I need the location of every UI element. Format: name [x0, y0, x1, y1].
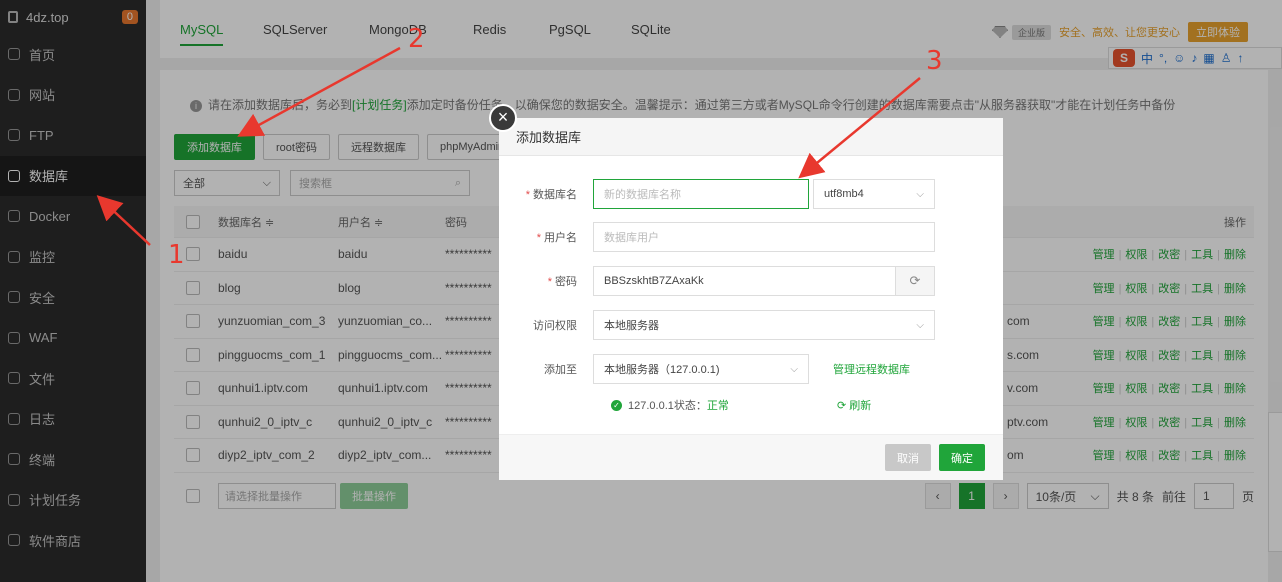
access-label: 访问权限: [533, 320, 577, 332]
annotation-1: 1: [168, 240, 185, 270]
annotation-3: 3: [926, 46, 943, 76]
chevron-down-icon: ⌵: [790, 363, 798, 375]
field-password: * 密码 BBSzskhtB7ZAxaKk ⟳: [499, 266, 935, 296]
chevron-down-icon: ⌵: [916, 188, 924, 200]
manage-remote-db-link[interactable]: 管理远程数据库: [833, 361, 910, 377]
add-to-select[interactable]: 本地服务器（127.0.0.1) ⌵: [593, 354, 809, 384]
access-value: 本地服务器: [604, 320, 659, 332]
dialog-title: 添加数据库: [499, 118, 1003, 156]
field-username: * 用户名 数据库用户: [499, 222, 935, 252]
password-input[interactable]: BBSzskhtB7ZAxaKk: [593, 266, 896, 296]
refresh-label: 刷新: [849, 400, 872, 412]
charset-select[interactable]: utf8mb4 ⌵: [813, 179, 935, 209]
close-icon[interactable]: ×: [489, 104, 517, 132]
refresh-link[interactable]: ⟳ 刷新: [837, 397, 871, 413]
annotation-2: 2: [408, 24, 425, 54]
add-database-dialog: 添加数据库 * 数据库名 新的数据库名称 utf8mb4 ⌵ * 用户名 数据库用户 …: [499, 118, 1003, 480]
add-to-label: 添加至: [544, 364, 577, 376]
chevron-down-icon: ⌵: [916, 319, 924, 331]
db-name-input[interactable]: 新的数据库名称: [593, 179, 809, 209]
field-access: 访问权限 本地服务器 ⌵: [499, 310, 935, 340]
status-value: 正常: [706, 400, 729, 412]
cancel-button[interactable]: 取消: [885, 444, 931, 471]
field-add-to: 添加至 本地服务器（127.0.0.1) ⌵: [499, 354, 809, 384]
username-label: * 用户名: [536, 232, 577, 244]
dialog-footer: 取消 确定: [499, 434, 1003, 480]
check-circle-icon: ✓: [611, 399, 622, 411]
charset-value: utf8mb4: [824, 188, 864, 200]
db-name-label: * 数据库名: [525, 189, 577, 201]
password-label: * 密码: [547, 276, 577, 288]
access-select[interactable]: 本地服务器 ⌵: [593, 310, 935, 340]
refresh-icon: ⟳: [837, 400, 850, 412]
username-input[interactable]: 数据库用户: [593, 222, 935, 252]
confirm-button[interactable]: 确定: [939, 444, 985, 471]
regenerate-password-icon[interactable]: ⟳: [896, 266, 935, 296]
field-db-name: * 数据库名 新的数据库名称 utf8mb4 ⌵: [499, 179, 935, 209]
server-status: ✓ 127.0.0.1状态： 正常: [611, 397, 729, 413]
add-to-value: 本地服务器（127.0.0.1): [604, 364, 720, 376]
status-host: 127.0.0.1状态：: [628, 400, 707, 412]
